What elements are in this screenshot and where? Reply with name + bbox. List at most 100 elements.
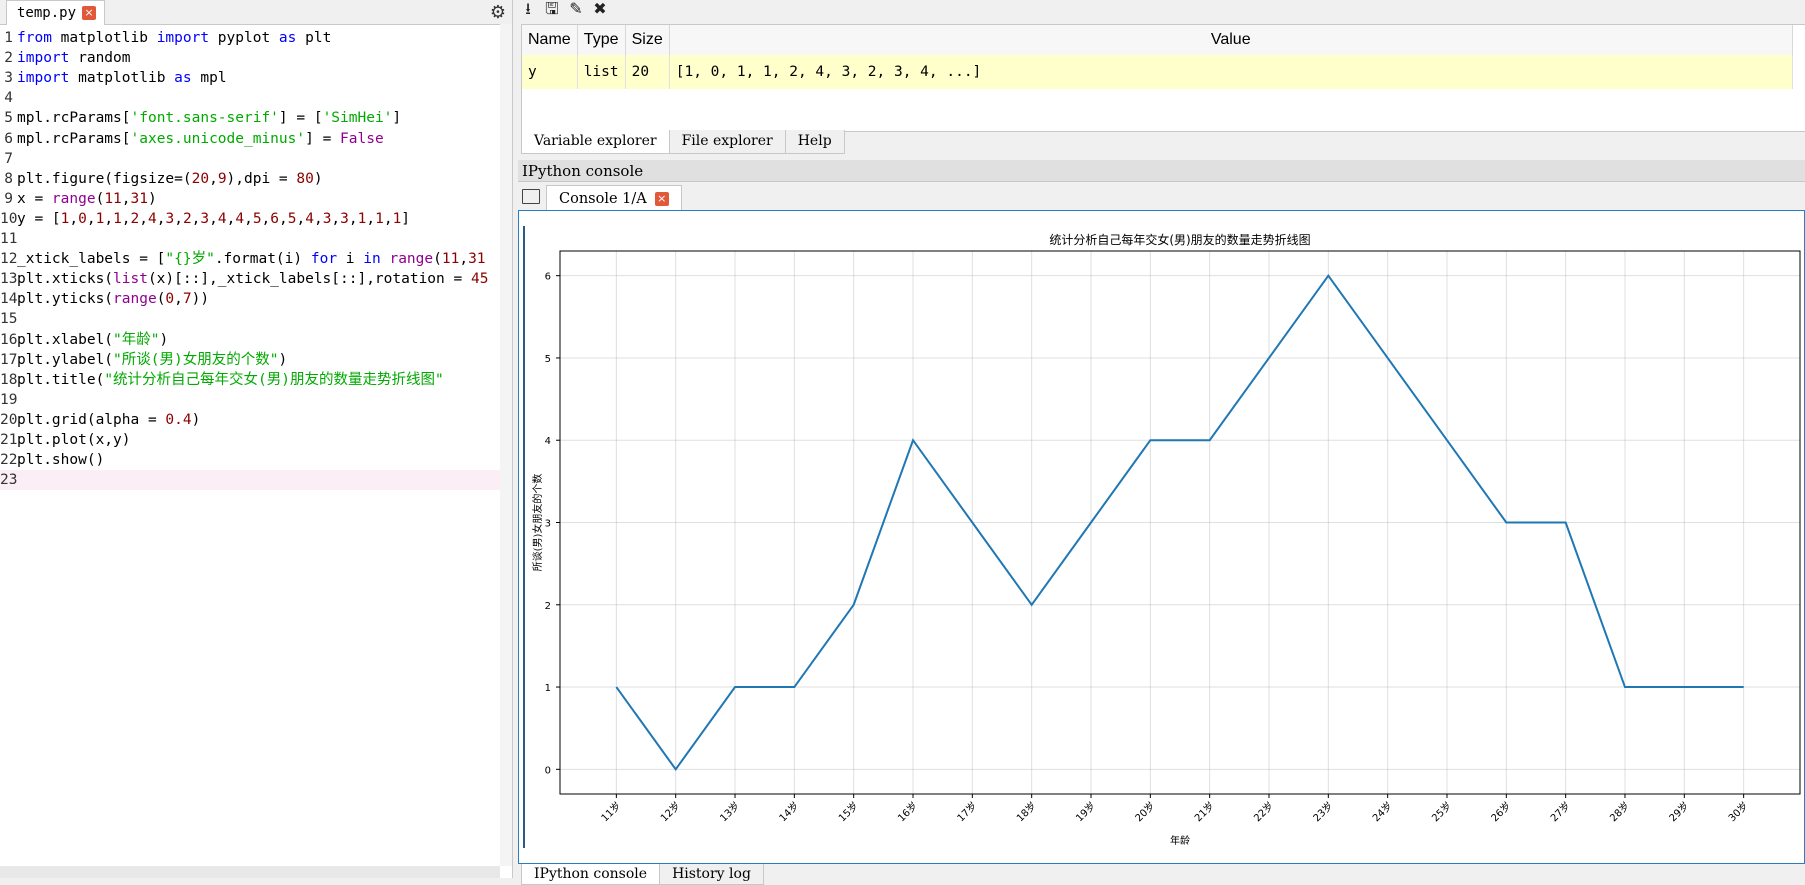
code-line[interactable]: 5 mpl.rcParams['font.sans-serif'] = ['Sim… — [0, 108, 500, 128]
code-line[interactable]: 14 plt.yticks(range(0,7)) — [0, 289, 500, 309]
x-tick-label: 24岁 — [1370, 799, 1395, 824]
line-number: 11 — [0, 231, 18, 247]
line-number: 4 — [4, 90, 13, 107]
code-text: plt.ylabel("所谈(男)女朋友的个数") — [17, 351, 288, 368]
line-number: 18 — [0, 371, 18, 388]
x-tick-label: 19岁 — [1073, 799, 1098, 824]
code-line[interactable]: 8 plt.figure(figsize=(20,9),dpi = 80) — [0, 169, 500, 189]
data-point — [853, 604, 854, 605]
data-point — [675, 769, 676, 770]
cell-type[interactable]: list — [577, 55, 626, 89]
x-tick-label: 27岁 — [1547, 799, 1572, 824]
tab-ipython-console[interactable]: IPython console — [521, 864, 661, 885]
code-line[interactable]: 9x = range(11,31) — [0, 189, 500, 209]
x-tick-label: 30岁 — [1725, 799, 1750, 824]
chart-title: 统计分析自己每年交女(男)朋友的数量走势折线图 — [1049, 232, 1310, 247]
tab-variable-explorer[interactable]: Variable explorer — [521, 130, 670, 154]
code-line[interactable]: 17 plt.ylabel("所谈(男)女朋友的个数") — [0, 350, 500, 370]
code-line[interactable]: 16 plt.xlabel("年龄") — [0, 330, 500, 350]
x-tick-label: 13岁 — [717, 799, 742, 824]
x-tick-label: 18岁 — [1014, 799, 1039, 824]
code-text: mpl.rcParams['font.sans-serif'] = ['SimH… — [17, 110, 402, 127]
code-text: import matplotlib as mpl — [17, 70, 227, 87]
code-line[interactable]: 18 plt.title("统计分析自己每年交女(男)朋友的数量走势折线图" — [0, 370, 500, 390]
code-text: plt.xticks(list(x)[::],_xtick_labels[::]… — [17, 271, 489, 288]
console-tab[interactable]: Console 1/A × — [546, 185, 682, 211]
cell-value[interactable]: [1, 0, 1, 1, 2, 4, 3, 2, 3, 4, ...] — [669, 55, 1793, 89]
console-tabbar — [518, 184, 1805, 210]
save-data-icon[interactable]: 🖫 — [542, 0, 562, 20]
tab-help[interactable]: Help — [784, 130, 845, 154]
line-number: 13 — [0, 271, 18, 288]
y-axis-label: 所谈(男)女朋友的个数 — [531, 474, 544, 572]
line-number: 20 — [0, 411, 18, 428]
tab-file-explorer[interactable]: File explorer — [668, 130, 786, 154]
editor-tab-label: temp.py — [17, 5, 77, 21]
close-console-icon[interactable]: × — [654, 191, 669, 206]
code-text: plt.yticks(range(0,7)) — [17, 291, 210, 308]
code-line[interactable]: 11 — [0, 229, 500, 249]
y-tick-label: 5 — [545, 354, 551, 365]
code-line[interactable]: 21 plt.plot(x,y) — [0, 430, 500, 450]
line-number: 12 — [0, 251, 18, 268]
code-line[interactable]: 4 — [0, 88, 500, 108]
code-text: _xtick_labels = ["{}岁".format(i) for i i… — [17, 251, 486, 268]
x-tick-label: 25岁 — [1429, 799, 1454, 824]
column-header-type[interactable]: Type — [577, 25, 626, 55]
code-line[interactable]: 15 — [0, 309, 500, 329]
cell-size[interactable]: 20 — [625, 55, 670, 89]
editor-vertical-scrollbar[interactable] — [500, 24, 512, 866]
code-text: mpl.rcParams['axes.unicode_minus'] = Fal… — [17, 130, 384, 147]
code-text: import random — [17, 50, 131, 67]
code-text: plt.show() — [17, 452, 105, 469]
table-row[interactable]: y list 20 [1, 0, 1, 1, 2, 4, 3, 2, 3, 4,… — [522, 55, 1793, 89]
data-point — [1624, 687, 1625, 688]
column-header-size[interactable]: Size — [625, 25, 670, 55]
code-line[interactable]: 23 — [0, 470, 500, 491]
ipython-console-header: IPython console — [518, 160, 1805, 182]
code-line[interactable]: 3 import matplotlib as mpl — [0, 68, 500, 88]
line-number: 15 — [0, 311, 18, 328]
column-header-name[interactable]: Name — [522, 25, 578, 55]
code-line[interactable]: 1 from matplotlib import pyplot as plt — [0, 28, 500, 48]
line-number: 1 — [4, 30, 13, 46]
code-line[interactable]: 2 import random — [0, 48, 500, 68]
code-text: plt.figure(figsize=(20,9),dpi = 80) — [17, 170, 323, 187]
import-data-icon[interactable]: ⭳ — [518, 0, 538, 20]
save-as-icon[interactable]: ✎ — [566, 0, 586, 20]
code-editor[interactable]: 1 from matplotlib import pyplot as plt 2 im… — [0, 28, 500, 868]
editor-horizontal-scrollbar[interactable] — [0, 866, 500, 878]
tab-history-log[interactable]: History log — [659, 864, 764, 885]
x-tick-label: 28岁 — [1607, 799, 1632, 824]
data-point — [1328, 275, 1329, 276]
code-line[interactable]: 19 — [0, 390, 500, 410]
x-tick-label: 21岁 — [1192, 799, 1217, 824]
y-tick-label: 4 — [545, 436, 551, 447]
code-line[interactable]: 10 y = [1,0,1,1,2,4,3,2,3,4,4,5,6,5,4,3,3… — [0, 209, 500, 229]
code-line[interactable]: 22 plt.show() — [0, 450, 500, 470]
editor-tab-temp-py[interactable]: temp.py × — [6, 0, 106, 25]
y-tick-label: 0 — [545, 765, 551, 776]
bottom-tabs: IPython console History log — [521, 864, 764, 885]
gear-icon[interactable]: ⚙ — [488, 2, 508, 22]
code-line[interactable]: 7 — [0, 149, 500, 169]
code-text: plt.grid(alpha = 0.4) — [17, 411, 201, 428]
code-text: y = [1,0,1,1,2,4,3,2,3,4,4,5,6,5,4,3,3,1… — [17, 210, 411, 227]
console-prompt-bar — [523, 226, 525, 848]
line-number: 10 — [0, 210, 18, 227]
x-axis-label: 年龄 — [1170, 834, 1190, 847]
close-tab-icon[interactable]: × — [82, 6, 97, 20]
code-line[interactable]: 6 mpl.rcParams['axes.unicode_minus'] = Fa… — [0, 129, 500, 149]
data-point — [1091, 522, 1092, 523]
code-line[interactable]: 20 plt.grid(alpha = 0.4) — [0, 410, 500, 430]
code-line[interactable]: 12 _xtick_labels = ["{}岁".format(i) for i… — [0, 249, 500, 269]
x-tick-label: 20岁 — [1132, 799, 1157, 824]
code-line[interactable]: 13 plt.xticks(list(x)[::],_xtick_labels[:… — [0, 269, 500, 289]
cell-name[interactable]: y — [522, 55, 578, 89]
remove-all-icon[interactable]: ✖ — [590, 0, 610, 20]
folder-icon[interactable] — [522, 189, 540, 204]
console-tab-label: Console 1/A — [559, 190, 647, 207]
column-header-value[interactable]: Value — [669, 25, 1793, 55]
x-tick-label: 11岁 — [598, 799, 623, 824]
line-number: 21 — [0, 432, 18, 448]
